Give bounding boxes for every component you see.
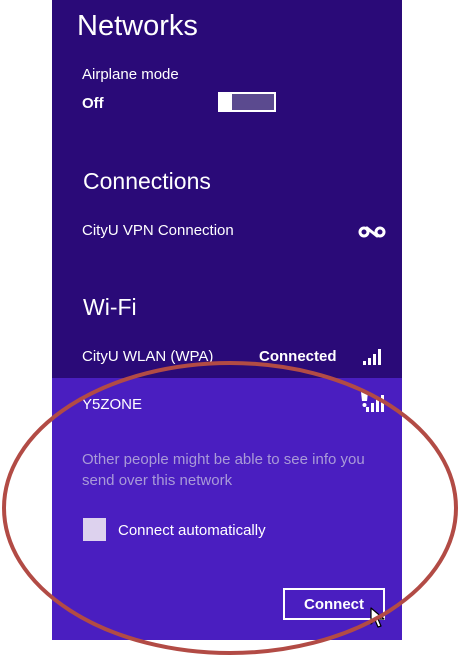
airplane-mode-label: Airplane mode	[82, 66, 179, 83]
airplane-mode-toggle[interactable]	[218, 92, 276, 112]
toggle-track	[232, 94, 274, 110]
selected-network-name[interactable]: Y5ZONE	[82, 396, 142, 413]
connect-automatically-checkbox[interactable]	[83, 518, 106, 541]
connect-automatically-label[interactable]: Connect automatically	[118, 522, 266, 539]
wifi-network-status: Connected	[259, 348, 337, 365]
security-warning: Other people might be able to see info y…	[82, 449, 392, 491]
connections-heading: Connections	[83, 168, 211, 194]
wifi-signal-icon	[363, 349, 381, 365]
mouse-cursor-icon	[370, 607, 385, 628]
wifi-network-name[interactable]: CityU WLAN (WPA)	[82, 348, 213, 365]
wifi-heading: Wi-Fi	[83, 294, 137, 320]
airplane-mode-state: Off	[82, 95, 104, 112]
panel-title: Networks	[77, 10, 198, 42]
wifi-signal-warning-icon	[361, 392, 384, 412]
security-warning-text: Other people might be able to see info y…	[82, 451, 365, 489]
vpn-icon[interactable]	[358, 223, 386, 241]
vpn-connection-label[interactable]: CityU VPN Connection	[82, 222, 234, 239]
networks-panel: Networks Airplane mode Off Connections C…	[52, 0, 402, 640]
screen: Networks Airplane mode Off Connections C…	[0, 0, 462, 659]
